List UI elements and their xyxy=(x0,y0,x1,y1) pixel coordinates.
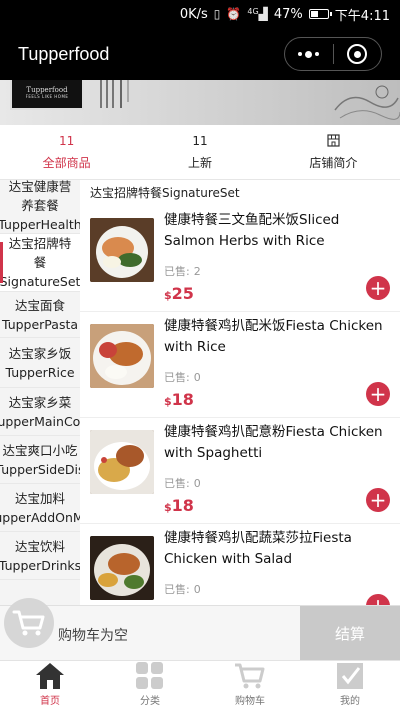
nav-label: 购物车 xyxy=(235,696,265,707)
category-label: 达宝健康营养套餐 xyxy=(8,180,72,213)
tab-all-products[interactable]: 11 全部商品 xyxy=(0,125,133,179)
cart-button[interactable] xyxy=(4,598,54,648)
app-title: Tupperfood xyxy=(18,43,110,64)
product-price: $18 xyxy=(164,496,194,515)
product-price: $25 xyxy=(164,284,194,303)
close-target-icon xyxy=(347,44,368,64)
title-bar: Tupperfood xyxy=(0,28,400,80)
product-price: $18 xyxy=(164,390,194,409)
product-photo xyxy=(90,536,154,600)
add-to-cart-button[interactable]: + xyxy=(366,488,390,512)
nav-cart[interactable]: 购物车 xyxy=(200,661,300,711)
shop-tabs: 11 全部商品 11 上新 店铺简介 xyxy=(0,125,400,180)
vibrate-icon: ▯ xyxy=(213,7,221,21)
cart-empty-text: 购物车为空 xyxy=(58,628,128,644)
product-name: 健康特餐三文鱼配米饭Sliced Salmon Herbs with Rice xyxy=(164,212,340,249)
profile-check-icon xyxy=(337,663,363,689)
product-name: 健康特餐鸡扒配蔬菜莎拉Fiesta Chicken with Salad xyxy=(164,530,352,567)
sold-count: 已售: 0 xyxy=(164,477,201,490)
status-bar: 0K/s ▯ ⏰ 4G▟ 47% 下午4:11 xyxy=(0,0,400,28)
nav-label: 首页 xyxy=(40,696,60,707)
checkout-button[interactable]: 结算 xyxy=(300,606,400,661)
product-photo xyxy=(90,218,154,282)
product-name: 健康特餐鸡扒配米饭Fiesta Chicken with Rice xyxy=(164,318,383,355)
nav-label: 我的 xyxy=(340,696,360,707)
all-products-count: 11 xyxy=(59,133,75,148)
category-label-en: TupperPasta xyxy=(1,316,79,332)
nav-profile[interactable]: 我的 xyxy=(300,661,400,711)
cart-bar: 购物车为空 结算 xyxy=(0,598,400,661)
category-label-en: TupperMainCou xyxy=(0,413,80,429)
product-list: 达宝招牌特餐SignatureSet 健康特餐三文鱼配米饭Sliced Salm… xyxy=(80,180,400,605)
section-title: 达宝招牌特餐SignatureSet xyxy=(90,186,240,200)
nav-label: 分类 xyxy=(140,696,160,707)
category-label: 达宝家乡饭 xyxy=(8,345,72,361)
sold-count: 已售: 0 xyxy=(164,371,201,384)
category-label-en: TupperRice xyxy=(5,364,75,380)
shop-banner: Tupperfood FEELS LIKE HOME xyxy=(0,80,400,125)
store-icon xyxy=(327,133,340,148)
sold-count: 已售: 2 xyxy=(164,265,201,278)
add-to-cart-button[interactable]: + xyxy=(366,594,390,605)
shop-logo: Tupperfood FEELS LIKE HOME xyxy=(10,80,84,110)
tab-label: 店铺简介 xyxy=(309,155,358,170)
tab-label: 上新 xyxy=(187,155,212,170)
category-sidebar: 达宝健康营养套餐 TupperHealth 达宝招牌特餐 SignatureSe… xyxy=(0,180,80,605)
category-item-main-course[interactable]: 达宝家乡菜 TupperMainCou xyxy=(0,388,80,436)
clock: 下午4:11 xyxy=(334,8,390,24)
category-label-en: TupperHealth xyxy=(0,217,80,232)
category-item-health[interactable]: 达宝健康营养套餐 TupperHealth xyxy=(0,180,80,234)
add-to-cart-button[interactable]: + xyxy=(366,276,390,300)
nav-home[interactable]: 首页 xyxy=(0,661,100,711)
category-item-pasta[interactable]: 达宝面食 TupperPasta xyxy=(0,292,80,338)
category-label-en: TupperAddOnMe xyxy=(0,509,80,525)
cart-icon xyxy=(235,663,265,689)
add-to-cart-button[interactable]: + xyxy=(366,382,390,406)
utensils-icon xyxy=(100,80,129,108)
banner-illustration xyxy=(334,85,400,120)
category-item-side-dish[interactable]: 达宝爽口小吃 TupperSideDis xyxy=(0,436,80,484)
category-label: 达宝招牌特餐 xyxy=(8,236,72,270)
bottom-nav: 首页 分类 购物车 我的 xyxy=(0,660,400,711)
category-label: 达宝家乡菜 xyxy=(8,394,72,410)
category-item-drinks[interactable]: 达宝饮料 TupperDrinks xyxy=(0,532,80,580)
nav-category[interactable]: 分类 xyxy=(100,661,200,711)
tab-label: 全部商品 xyxy=(42,155,91,170)
category-item-add-on[interactable]: 达宝加料 TupperAddOnMe xyxy=(0,484,80,532)
miniprogram-capsule xyxy=(284,37,382,71)
network-speed: 0K/s xyxy=(179,6,208,22)
category-label-en: SignatureSet xyxy=(0,274,80,289)
category-item-rice[interactable]: 达宝家乡饭 TupperRice xyxy=(0,338,80,388)
product-card[interactable]: 健康特餐三文鱼配米饭Sliced Salmon Herbs with Rice … xyxy=(80,206,400,312)
product-card[interactable]: 健康特餐鸡扒配意粉Fiesta Chicken with Spaghetti 已… xyxy=(80,418,400,524)
battery-percent: 47% xyxy=(273,6,303,22)
category-label-en: TupperDrinks xyxy=(0,557,80,573)
more-button[interactable] xyxy=(285,38,333,70)
category-label: 达宝饮料 xyxy=(14,538,65,554)
tab-shop-intro[interactable]: 店铺简介 xyxy=(267,125,400,179)
product-card[interactable]: 健康特餐鸡扒配蔬菜莎拉Fiesta Chicken with Salad 已售:… xyxy=(80,524,400,605)
home-icon xyxy=(36,663,64,689)
product-card[interactable]: 健康特餐鸡扒配米饭Fiesta Chicken with Rice 已售: 0 $… xyxy=(80,312,400,418)
cart-icon xyxy=(12,610,45,636)
category-label-en: TupperSideDis xyxy=(0,461,80,477)
category-item-signature[interactable]: 达宝招牌特餐 SignatureSet xyxy=(0,234,80,292)
category-label: 达宝加料 xyxy=(14,490,65,506)
product-name: 健康特餐鸡扒配意粉Fiesta Chicken with Spaghetti xyxy=(164,424,383,461)
signal-icon: 4G▟ xyxy=(247,7,268,21)
tab-new-arrivals[interactable]: 11 上新 xyxy=(133,125,266,179)
more-dots-icon xyxy=(298,50,320,58)
product-photo xyxy=(90,324,154,388)
close-miniprogram-button[interactable] xyxy=(334,38,382,70)
alarm-icon: ⏰ xyxy=(226,7,242,21)
sold-count: 已售: 0 xyxy=(164,583,201,596)
category-grid-icon xyxy=(136,662,163,689)
new-arrivals-count: 11 xyxy=(192,133,208,148)
product-photo xyxy=(90,430,154,494)
battery-icon xyxy=(308,9,332,19)
category-label: 达宝爽口小吃 xyxy=(2,442,78,458)
category-label: 达宝面食 xyxy=(14,297,65,313)
